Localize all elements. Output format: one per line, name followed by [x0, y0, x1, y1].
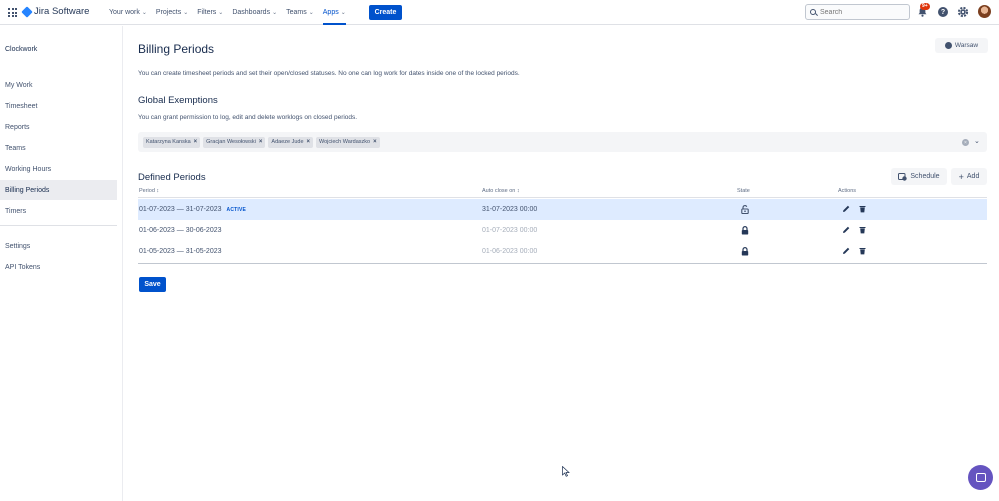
- add-period-button[interactable]: + Add: [951, 168, 987, 185]
- page-title: Billing Periods: [138, 42, 215, 56]
- column-header-auto-close[interactable]: Auto close on ↕: [482, 188, 520, 194]
- chevron-down-icon[interactable]: ⌄: [974, 137, 980, 145]
- periods-heading: Defined Periods: [138, 172, 206, 183]
- chevron-down-icon: ⌄: [308, 10, 314, 16]
- column-header-period[interactable]: Period ↕: [139, 188, 159, 194]
- nav-projects[interactable]: Projects ⌄: [156, 0, 188, 25]
- edit-pencil-icon[interactable]: [842, 247, 850, 255]
- primary-nav: Your work ⌄ Projects ⌄ Filters ⌄ Dashboards…: [109, 0, 355, 25]
- sidebar-divider: [0, 225, 117, 226]
- app-switcher-icon[interactable]: [8, 8, 17, 17]
- sidebar-item-settings[interactable]: Settings: [0, 236, 117, 256]
- clear-icon[interactable]: ×: [962, 139, 969, 146]
- user-tag: Wojciech Wardaszko ×: [316, 136, 380, 148]
- nav-apps[interactable]: Apps ⌄: [322, 0, 346, 25]
- jira-logo-icon: [21, 5, 33, 18]
- lock-icon[interactable]: [741, 247, 749, 256]
- help-icon[interactable]: ?: [938, 7, 948, 17]
- remove-tag-icon[interactable]: ×: [259, 139, 263, 145]
- chat-launcher-button[interactable]: [968, 465, 993, 490]
- column-header-actions: Actions: [838, 188, 857, 194]
- avatar[interactable]: [978, 5, 991, 18]
- sidebar-item-teams[interactable]: Teams: [0, 138, 117, 158]
- chevron-down-icon: ⌄: [141, 10, 147, 16]
- sidebar-item-billing-periods[interactable]: Billing Periods: [0, 180, 117, 200]
- chevron-down-icon: ⌄: [183, 10, 189, 16]
- save-button[interactable]: Save: [139, 277, 166, 292]
- mouse-cursor-icon: [562, 466, 570, 477]
- sidebar-item-api-tokens[interactable]: API Tokens: [0, 257, 117, 277]
- remove-tag-icon[interactable]: ×: [373, 139, 377, 145]
- status-badge: ACTIVE: [226, 206, 247, 213]
- search-input[interactable]: [820, 8, 900, 16]
- globe-icon: [944, 42, 952, 49]
- nav-teams[interactable]: Teams ⌄: [286, 0, 314, 25]
- edit-pencil-icon[interactable]: [842, 205, 850, 213]
- sidebar-item-my-work[interactable]: My Work: [0, 75, 117, 95]
- gear-icon[interactable]: [957, 6, 969, 18]
- exemptions-description: You can grant permission to log, edit an…: [138, 114, 358, 121]
- sidebar: Clockwork My Work Timesheet Reports Team…: [0, 26, 123, 501]
- top-navigation: Jira Software Your work ⌄ Projects ⌄ Filte…: [0, 0, 999, 25]
- timezone-label: Warsaw: [954, 42, 979, 49]
- search-box[interactable]: [805, 4, 910, 20]
- sidebar-item-timers[interactable]: Timers: [0, 201, 117, 221]
- nav-dashboards[interactable]: Dashboards ⌄: [232, 0, 277, 25]
- sidebar-title: Clockwork: [5, 46, 38, 53]
- nav-filters[interactable]: Filters ⌄: [197, 0, 223, 25]
- trash-icon[interactable]: [859, 226, 866, 234]
- table-header-divider: [138, 197, 987, 198]
- nav-your-work[interactable]: Your work ⌄: [109, 0, 147, 25]
- chevron-down-icon: ⌄: [272, 10, 278, 16]
- product-logo[interactable]: Jira Software: [21, 5, 90, 18]
- remove-tag-icon[interactable]: ×: [307, 139, 311, 145]
- lock-icon[interactable]: [741, 226, 749, 235]
- table-row[interactable]: 01-07-2023 — 31-07-2023 ACTIVE 31-07-202…: [138, 199, 987, 220]
- product-name: Jira Software: [34, 6, 90, 17]
- table-bottom-divider: [138, 263, 987, 264]
- trash-icon[interactable]: [859, 205, 866, 213]
- exemptions-user-select[interactable]: Katarzyna Kanska × Gracjan Wesołowski × Ad…: [138, 132, 987, 152]
- page-description: You can create timesheet periods and set…: [138, 70, 520, 77]
- trash-icon[interactable]: [859, 247, 866, 255]
- exemptions-heading: Global Exemptions: [138, 95, 218, 106]
- column-header-state: State: [737, 188, 750, 194]
- unlock-icon[interactable]: [741, 205, 749, 214]
- calendar-clock-icon: [898, 173, 908, 181]
- table-row[interactable]: 01-06-2023 — 30-06-2023 01-07-2023 00:00: [138, 220, 987, 241]
- sidebar-item-timesheet[interactable]: Timesheet: [0, 96, 117, 116]
- plus-icon: +: [958, 171, 964, 182]
- schedule-button[interactable]: Schedule: [891, 168, 947, 185]
- create-button[interactable]: Create: [369, 5, 402, 20]
- auto-close-cell: 01-07-2023 00:00: [482, 227, 538, 234]
- sidebar-item-working-hours[interactable]: Working Hours: [0, 159, 117, 179]
- remove-tag-icon[interactable]: ×: [194, 139, 198, 145]
- auto-close-cell: 31-07-2023 00:00: [482, 206, 538, 213]
- user-tag: Adaeze Jude ×: [268, 136, 314, 148]
- table-row[interactable]: 01-05-2023 — 31-05-2023 01-06-2023 00:00: [138, 241, 987, 262]
- notification-badge: 9+: [920, 3, 930, 10]
- user-tag: Gracjan Wesołowski ×: [203, 136, 266, 148]
- chevron-down-icon: ⌄: [340, 10, 346, 16]
- user-tag: Katarzyna Kanska ×: [143, 136, 201, 148]
- edit-pencil-icon[interactable]: [842, 226, 850, 234]
- timezone-button[interactable]: Warsaw: [935, 38, 988, 53]
- period-cell: 01-06-2023 — 30-06-2023: [139, 227, 222, 234]
- chat-icon: [975, 473, 986, 482]
- search-icon: [810, 9, 816, 15]
- auto-close-cell: 01-06-2023 00:00: [482, 248, 538, 255]
- period-cell: 01-05-2023 — 31-05-2023: [139, 248, 222, 255]
- chevron-down-icon: ⌄: [218, 10, 224, 16]
- period-cell: 01-07-2023 — 31-07-2023 ACTIVE: [139, 206, 247, 213]
- sidebar-item-reports[interactable]: Reports: [0, 117, 117, 137]
